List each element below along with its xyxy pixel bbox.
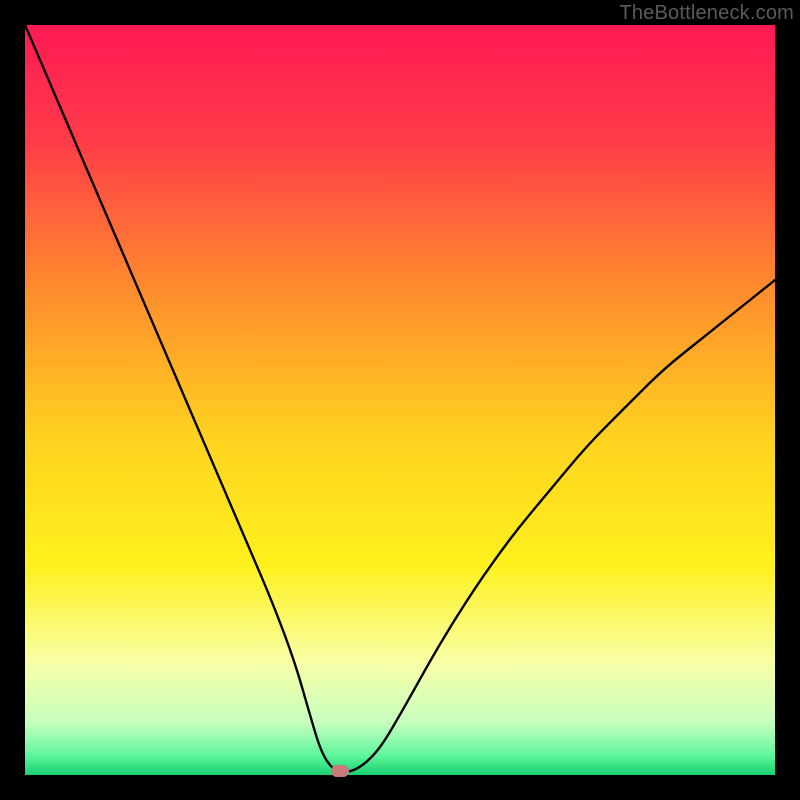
chart-frame: TheBottleneck.com bbox=[0, 0, 800, 800]
chart-plot bbox=[25, 25, 775, 775]
optimum-marker bbox=[331, 765, 349, 777]
gradient-background bbox=[25, 25, 775, 775]
attribution-text: TheBottleneck.com bbox=[619, 2, 794, 25]
